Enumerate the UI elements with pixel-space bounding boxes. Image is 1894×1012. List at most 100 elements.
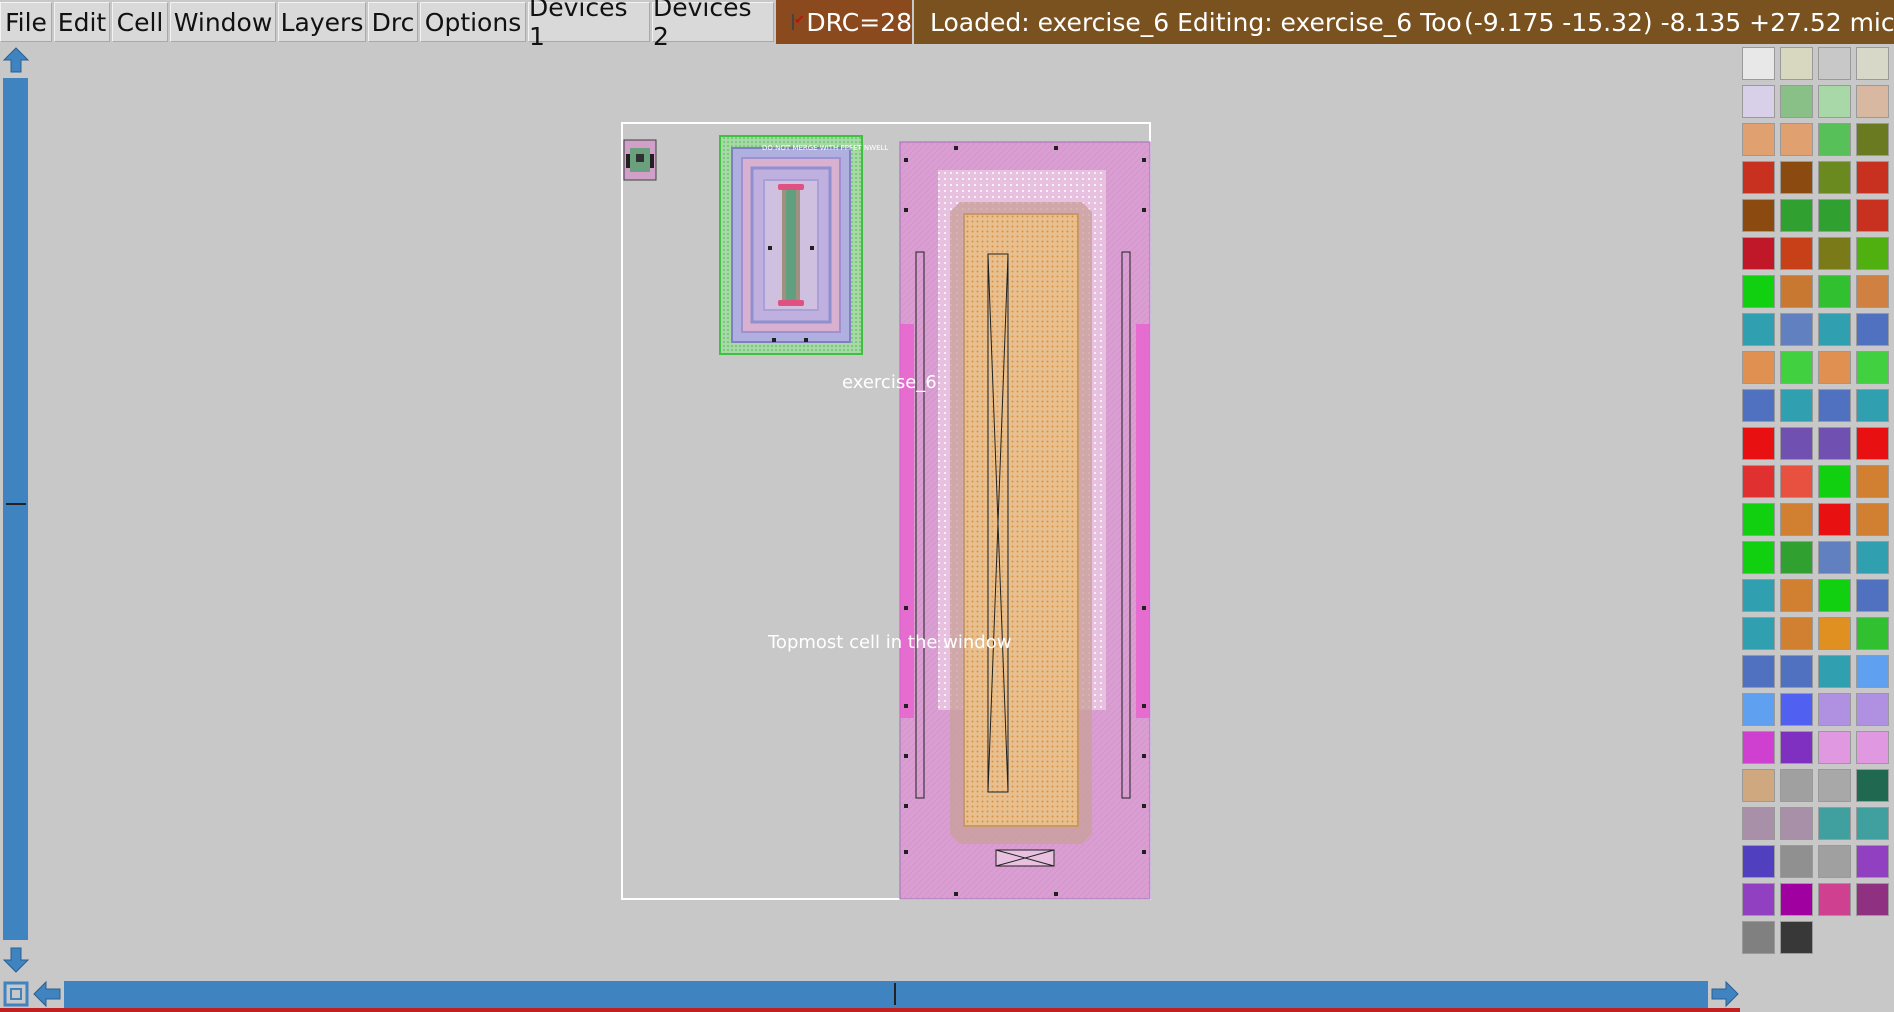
layer-swatch[interactable] [1818,85,1851,118]
layer-swatch[interactable] [1780,47,1813,80]
layer-swatch[interactable] [1742,693,1775,726]
layer-swatch[interactable] [1818,845,1851,878]
layer-swatch[interactable] [1818,275,1851,308]
layer-swatch[interactable] [1780,845,1813,878]
layer-swatch[interactable] [1780,275,1813,308]
layer-swatch[interactable] [1818,427,1851,460]
layer-swatch[interactable] [1818,541,1851,574]
layer-swatch[interactable] [1742,351,1775,384]
layer-swatch[interactable] [1780,655,1813,688]
layer-swatch[interactable] [1780,769,1813,802]
layer-swatch[interactable] [1856,617,1889,650]
layer-swatch[interactable] [1856,731,1889,764]
layer-swatch[interactable] [1742,883,1775,916]
scroll-right-arrow-icon[interactable] [1710,980,1740,1008]
layer-swatch[interactable] [1742,807,1775,840]
layer-swatch[interactable] [1780,199,1813,232]
layer-swatch[interactable] [1742,427,1775,460]
layer-swatch[interactable] [1818,47,1851,80]
horizontal-scroll-thumb[interactable] [894,983,896,1005]
layer-swatch[interactable] [1818,579,1851,612]
drc-indicator[interactable]: DRC=28 [776,0,912,44]
layer-swatch[interactable] [1856,845,1889,878]
layer-swatch[interactable] [1742,199,1775,232]
layer-swatch[interactable] [1818,351,1851,384]
layer-swatch[interactable] [1742,123,1775,156]
layer-swatch[interactable] [1818,617,1851,650]
layer-swatch[interactable] [1856,465,1889,498]
layer-swatch[interactable] [1742,85,1775,118]
menu-layers[interactable]: Layers [278,2,366,42]
vertical-scroll-thumb[interactable] [6,503,26,505]
layer-swatch[interactable] [1742,655,1775,688]
layer-swatch[interactable] [1742,541,1775,574]
layer-swatch[interactable] [1856,275,1889,308]
guard-ring-cell[interactable]: DO NOT MERGE WITH PPFET NWELL [719,135,888,355]
layer-swatch[interactable] [1780,313,1813,346]
layer-swatch[interactable] [1780,389,1813,422]
layer-swatch[interactable] [1780,85,1813,118]
layer-swatch[interactable] [1818,123,1851,156]
drc-checkbox[interactable] [792,13,808,30]
layer-swatch[interactable] [1780,351,1813,384]
layer-swatch[interactable] [1742,921,1775,954]
layer-swatch[interactable] [1856,655,1889,688]
layer-swatch[interactable] [1780,883,1813,916]
layer-swatch[interactable] [1856,389,1889,422]
layer-swatch[interactable] [1856,199,1889,232]
layer-swatch[interactable] [1742,579,1775,612]
layer-swatch[interactable] [1780,427,1813,460]
large-device-cell[interactable] [899,141,1151,900]
menu-edit[interactable]: Edit [54,2,110,42]
layer-swatch[interactable] [1780,123,1813,156]
layer-swatch[interactable] [1818,655,1851,688]
menu-cell[interactable]: Cell [112,2,168,42]
layer-swatch[interactable] [1780,693,1813,726]
layer-swatch[interactable] [1780,503,1813,536]
layer-swatch[interactable] [1742,389,1775,422]
layer-swatch[interactable] [1856,85,1889,118]
layer-swatch[interactable] [1818,693,1851,726]
menu-file[interactable]: File [0,2,52,42]
layer-swatch[interactable] [1742,47,1775,80]
layer-swatch[interactable] [1818,503,1851,536]
layer-swatch[interactable] [1742,161,1775,194]
horizontal-scroll-track[interactable] [64,981,1708,1008]
layer-swatch[interactable] [1780,237,1813,270]
layer-swatch[interactable] [1742,237,1775,270]
layer-swatch[interactable] [1780,161,1813,194]
layer-swatch[interactable] [1742,731,1775,764]
layer-swatch[interactable] [1780,921,1813,954]
layer-swatch[interactable] [1856,47,1889,80]
layer-swatch[interactable] [1856,769,1889,802]
layer-swatch[interactable] [1856,503,1889,536]
menu-devices-1[interactable]: Devices 1 [528,0,650,51]
scroll-down-arrow-icon[interactable] [2,946,30,974]
menu-options[interactable]: Options [420,2,526,42]
layer-swatch[interactable] [1856,427,1889,460]
layer-swatch[interactable] [1742,275,1775,308]
menu-drc[interactable]: Drc [368,2,418,42]
layer-swatch[interactable] [1818,237,1851,270]
layer-swatch[interactable] [1856,579,1889,612]
layer-swatch[interactable] [1742,313,1775,346]
menu-devices-2[interactable]: Devices 2 [652,0,774,51]
layer-swatch[interactable] [1818,883,1851,916]
layer-swatch[interactable] [1818,313,1851,346]
layer-swatch[interactable] [1818,161,1851,194]
layer-swatch[interactable] [1780,807,1813,840]
layer-swatch[interactable] [1856,693,1889,726]
layer-swatch[interactable] [1856,541,1889,574]
layer-swatch[interactable] [1856,807,1889,840]
layer-swatch[interactable] [1818,199,1851,232]
scroll-left-arrow-icon[interactable] [32,980,62,1008]
layer-swatch[interactable] [1780,465,1813,498]
layer-swatch[interactable] [1856,313,1889,346]
layer-swatch[interactable] [1856,237,1889,270]
layer-swatch[interactable] [1780,579,1813,612]
layer-swatch[interactable] [1780,541,1813,574]
layer-swatch[interactable] [1742,769,1775,802]
vertical-scroll-track[interactable] [3,78,28,940]
layer-swatch[interactable] [1742,503,1775,536]
layer-swatch[interactable] [1742,465,1775,498]
